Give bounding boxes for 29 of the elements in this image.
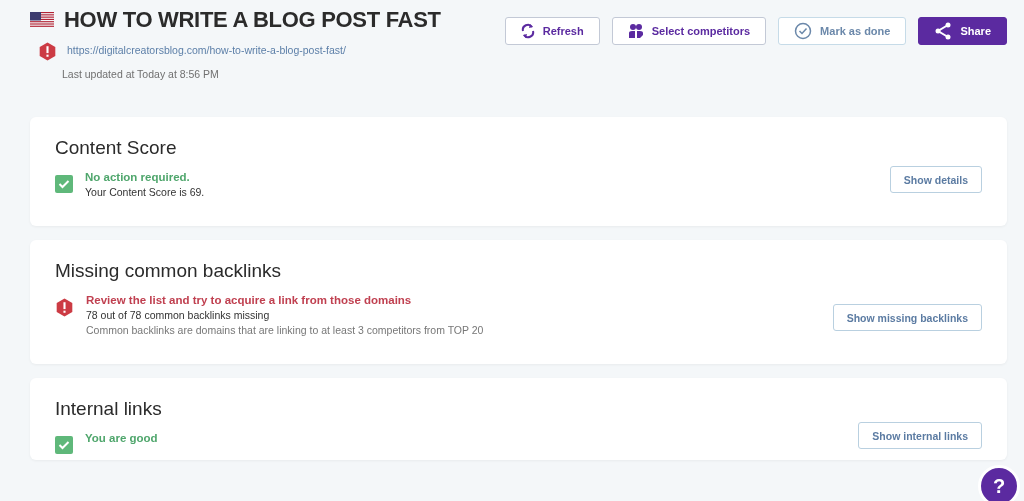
status-headline: No action required. bbox=[85, 171, 191, 183]
section-title: Internal links bbox=[55, 398, 162, 420]
show-button[interactable]: Show internal links bbox=[858, 422, 982, 449]
show-button[interactable]: Show missing backlinks bbox=[832, 304, 982, 331]
page-title: HOW TO WRITE A BLOG POST FAST bbox=[64, 7, 441, 33]
check-icon bbox=[55, 175, 73, 193]
refresh-button[interactable]: Refresh bbox=[504, 17, 600, 45]
done-button[interactable]: Mark as done bbox=[778, 17, 907, 45]
page-url-link[interactable]: https://digitalcreatorsblog.com/how-to-write-a-blog-post-fast/ bbox=[67, 43, 346, 56]
alert-icon bbox=[55, 298, 74, 317]
flag-icon bbox=[30, 12, 54, 28]
help-button[interactable]: ? bbox=[978, 465, 1020, 501]
status-headline: Review the list and try to acquire a link from those domains bbox=[86, 294, 413, 306]
status-detail: Your Content Score is 69. bbox=[85, 186, 205, 198]
status-detail: Common backlinks are domains that are linking to at least 3 competitors from TOP 20 bbox=[86, 324, 484, 336]
competitors-button[interactable]: Select competitors bbox=[611, 17, 767, 45]
check-circle-icon bbox=[794, 22, 813, 40]
alert-icon bbox=[38, 42, 57, 61]
share-button[interactable]: Share bbox=[918, 17, 1007, 45]
status-headline: You are good bbox=[85, 432, 158, 444]
last-updated-text: Last updated at Today at 8:56 PM bbox=[62, 68, 219, 80]
section-title: Missing common backlinks bbox=[55, 260, 282, 282]
show-button[interactable]: Show details bbox=[889, 166, 982, 193]
refresh-icon bbox=[520, 23, 535, 39]
share-icon bbox=[934, 22, 953, 40]
section-title: Content Score bbox=[55, 137, 178, 159]
people-icon bbox=[627, 23, 644, 39]
status-detail: 78 out of 78 common backlinks missing bbox=[86, 309, 271, 321]
check-icon bbox=[55, 436, 73, 454]
